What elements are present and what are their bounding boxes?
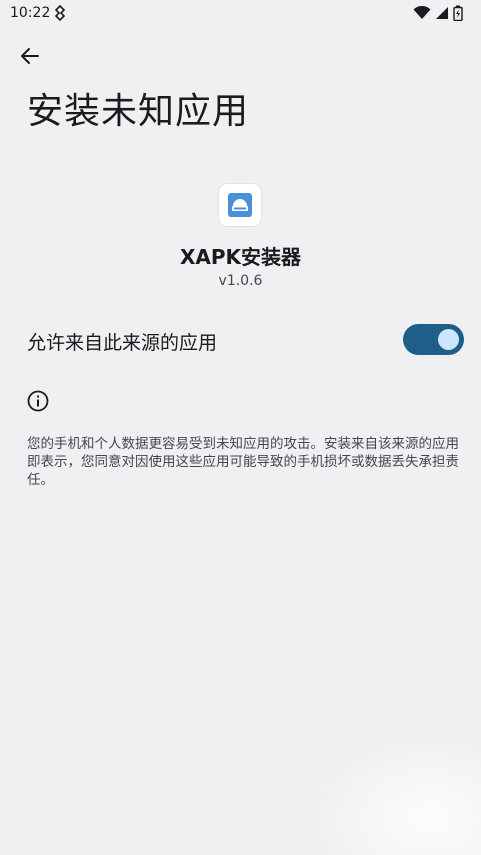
security-warning-text: 您的手机和个人数据更容易受到未知应用的攻击。安装来自该来源的应用即表示，您同意对…	[27, 436, 459, 488]
page-title: 安装未知应用	[27, 91, 250, 132]
vpn-key-icon	[54, 5, 66, 21]
status-icons	[413, 5, 463, 21]
switch-thumb	[438, 329, 459, 350]
allow-unknown-sources-label: 允许来自此来源的应用	[27, 332, 218, 354]
status-time: 10:22	[10, 5, 51, 21]
xapk-installer-logo-icon	[228, 193, 252, 217]
app-name: XAPK安装器	[179, 245, 302, 269]
battery-icon	[453, 5, 463, 21]
arrow-back-icon	[21, 48, 39, 64]
corner-glow	[311, 735, 481, 855]
back-button[interactable]	[14, 40, 46, 72]
allow-unknown-sources-switch[interactable]	[403, 324, 464, 355]
app-icon	[219, 184, 261, 226]
allow-unknown-sources-row[interactable]: 允许来自此来源的应用	[0, 318, 481, 362]
info-icon	[27, 390, 49, 412]
app-version: v1.0.6	[218, 273, 263, 289]
wifi-icon	[413, 6, 431, 19]
signal-icon	[436, 7, 448, 19]
status-bar: 10:22	[0, 0, 481, 28]
